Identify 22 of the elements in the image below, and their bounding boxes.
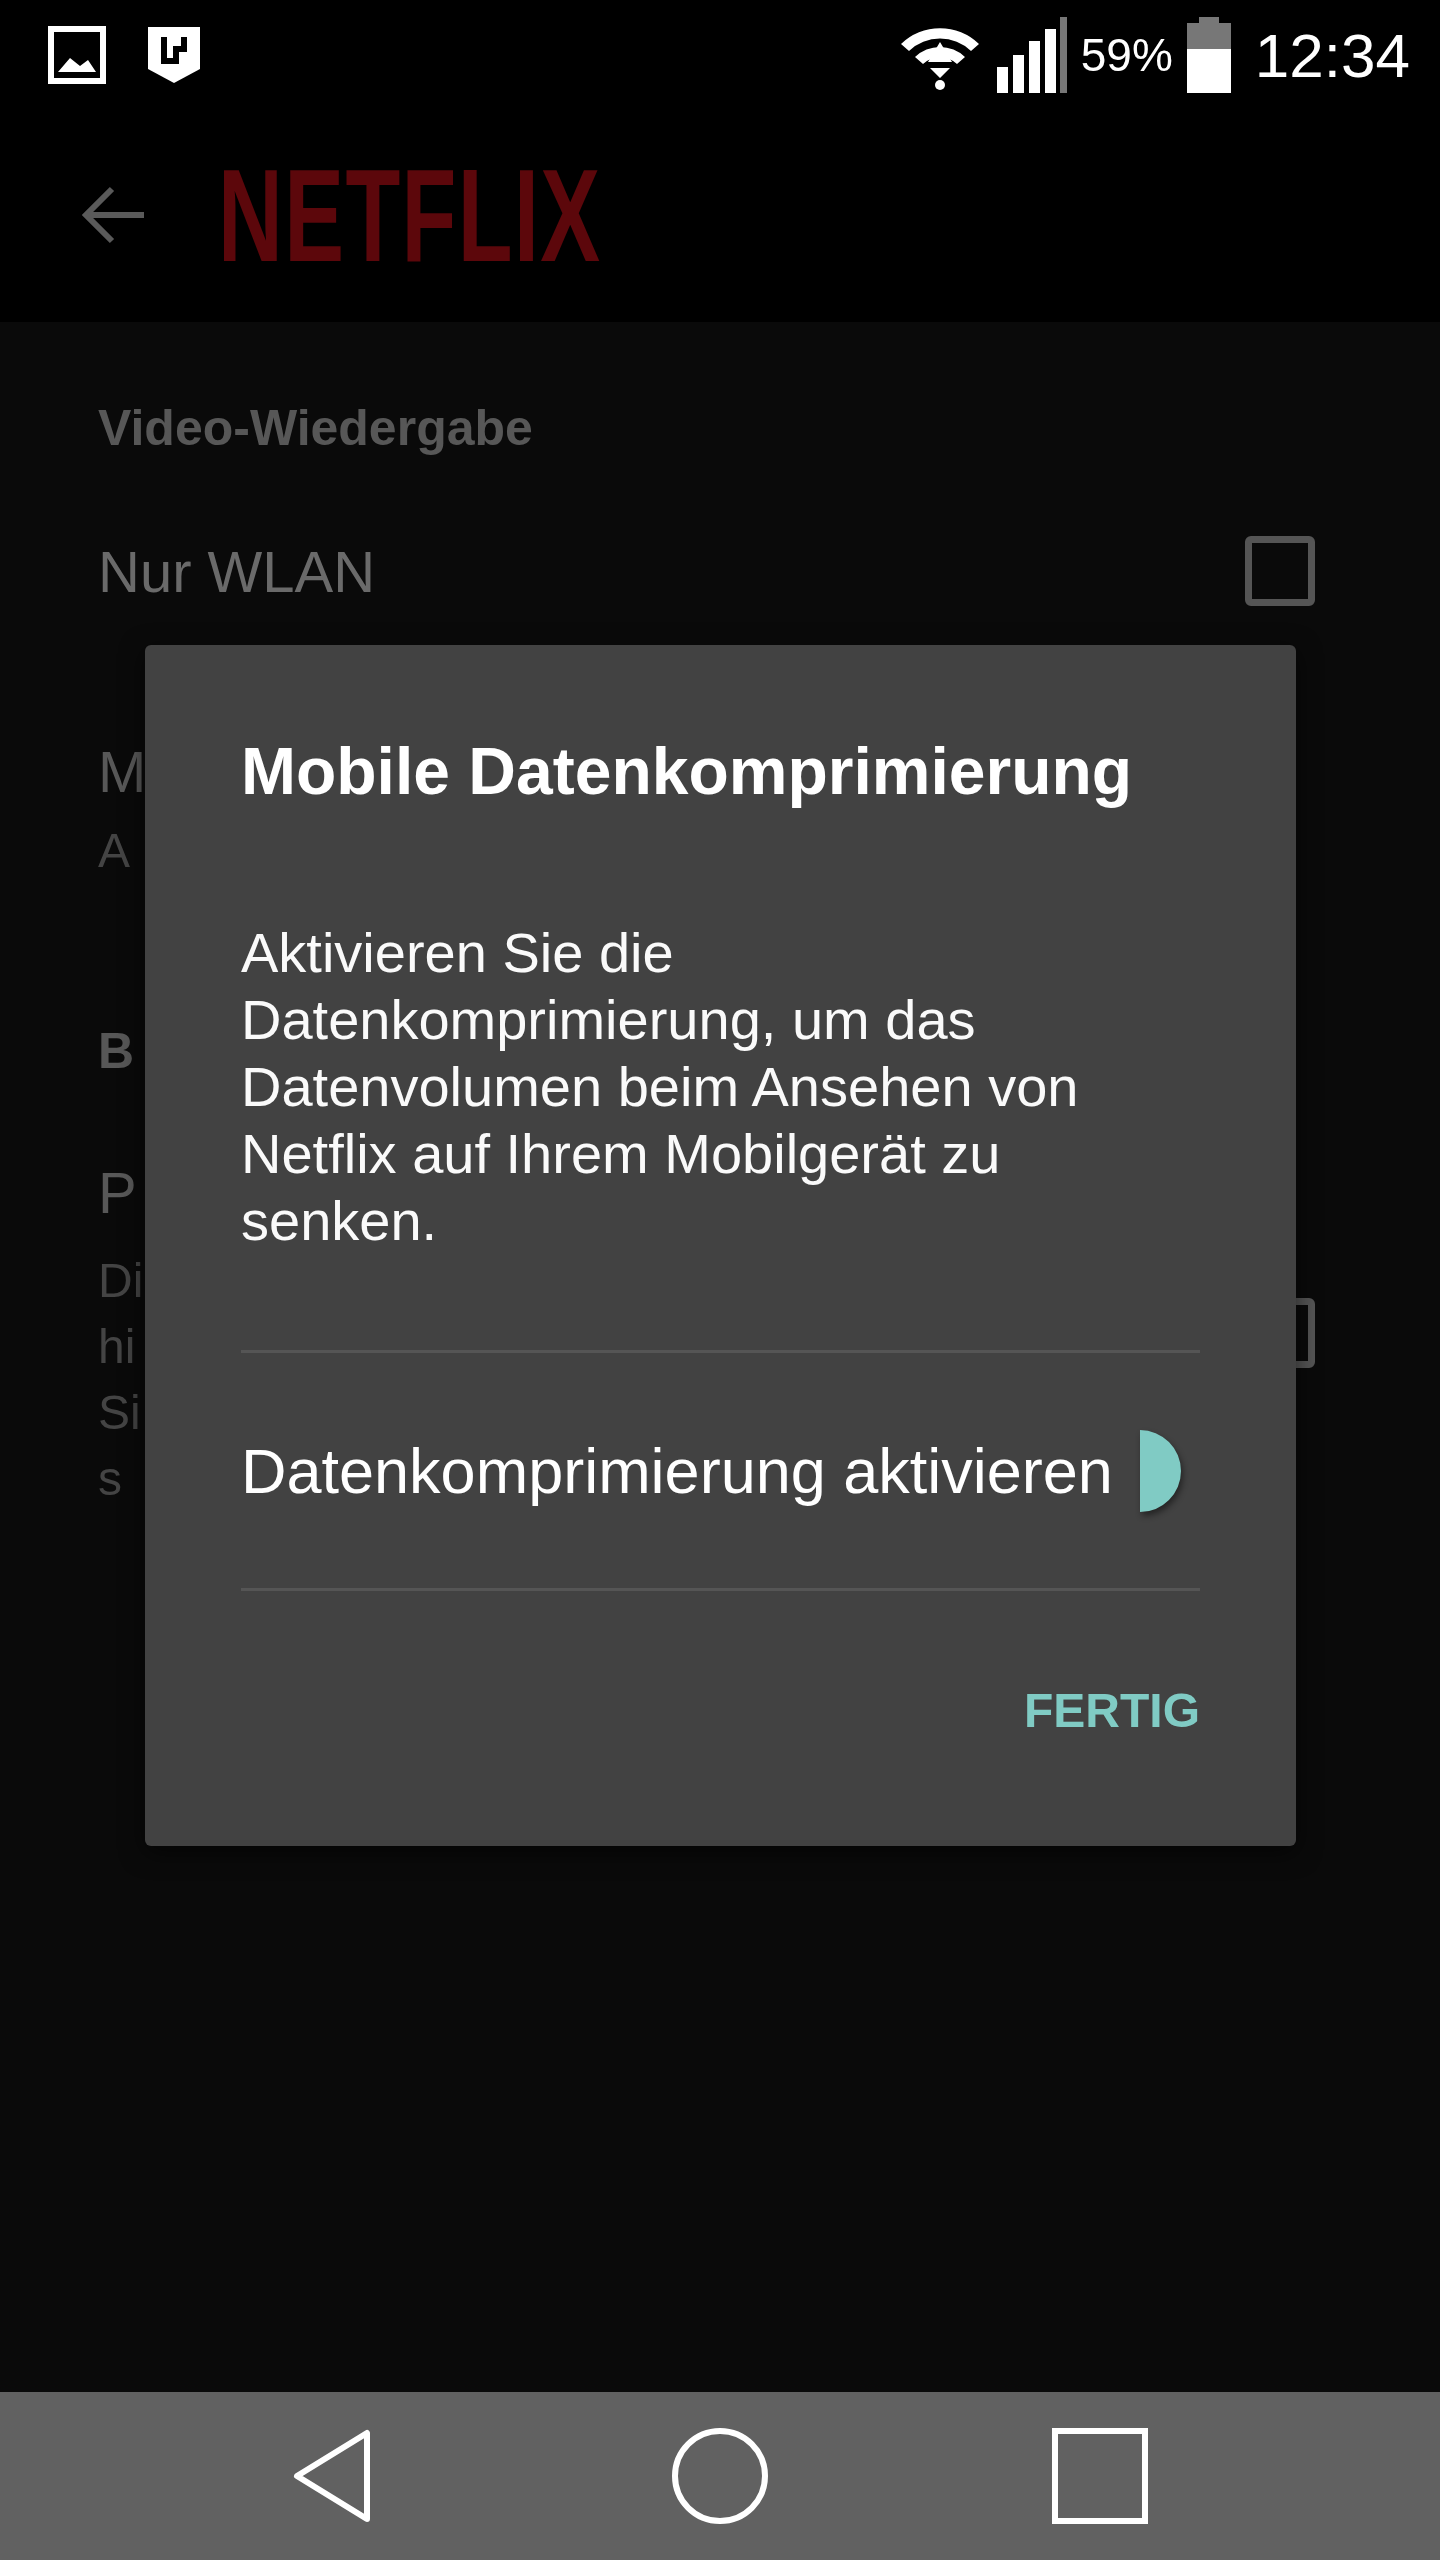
setting-description: Si bbox=[98, 1385, 141, 1441]
battery-percentage: 59% bbox=[1080, 28, 1173, 82]
section-header: B bbox=[98, 1022, 135, 1081]
section-header: Video-Wiedergabe bbox=[98, 399, 533, 458]
switch-label: Datenkomprimierung aktivieren bbox=[241, 1434, 1113, 1507]
image-icon bbox=[48, 26, 106, 84]
setting-title: P bbox=[98, 1159, 137, 1227]
checkbox[interactable] bbox=[1245, 536, 1315, 606]
shield-icon bbox=[146, 25, 202, 85]
setting-title: M bbox=[98, 738, 147, 806]
setting-description: hi bbox=[98, 1319, 136, 1375]
dialog-message: Aktivieren Sie die Datenkomprimierung, um das Datenvolumen beim Ansehen von Netflix auf Ihrem Mobilgerät zu senken. bbox=[241, 920, 1080, 1254]
battery-icon bbox=[1186, 17, 1231, 93]
netflix-logo: NETFLIX bbox=[218, 150, 602, 282]
setting-label: Nur WLAN bbox=[98, 537, 376, 605]
done-button[interactable]: FERTIG bbox=[1024, 1673, 1200, 1748]
signal-icon bbox=[996, 17, 1067, 93]
setting-description: s bbox=[98, 1451, 122, 1507]
dialog-title: Mobile Datenkomprimierung bbox=[241, 733, 1134, 809]
clock-time: 12:34 bbox=[1254, 19, 1410, 91]
setting-description: Di bbox=[98, 1253, 144, 1309]
setting-description: A bbox=[98, 823, 130, 879]
